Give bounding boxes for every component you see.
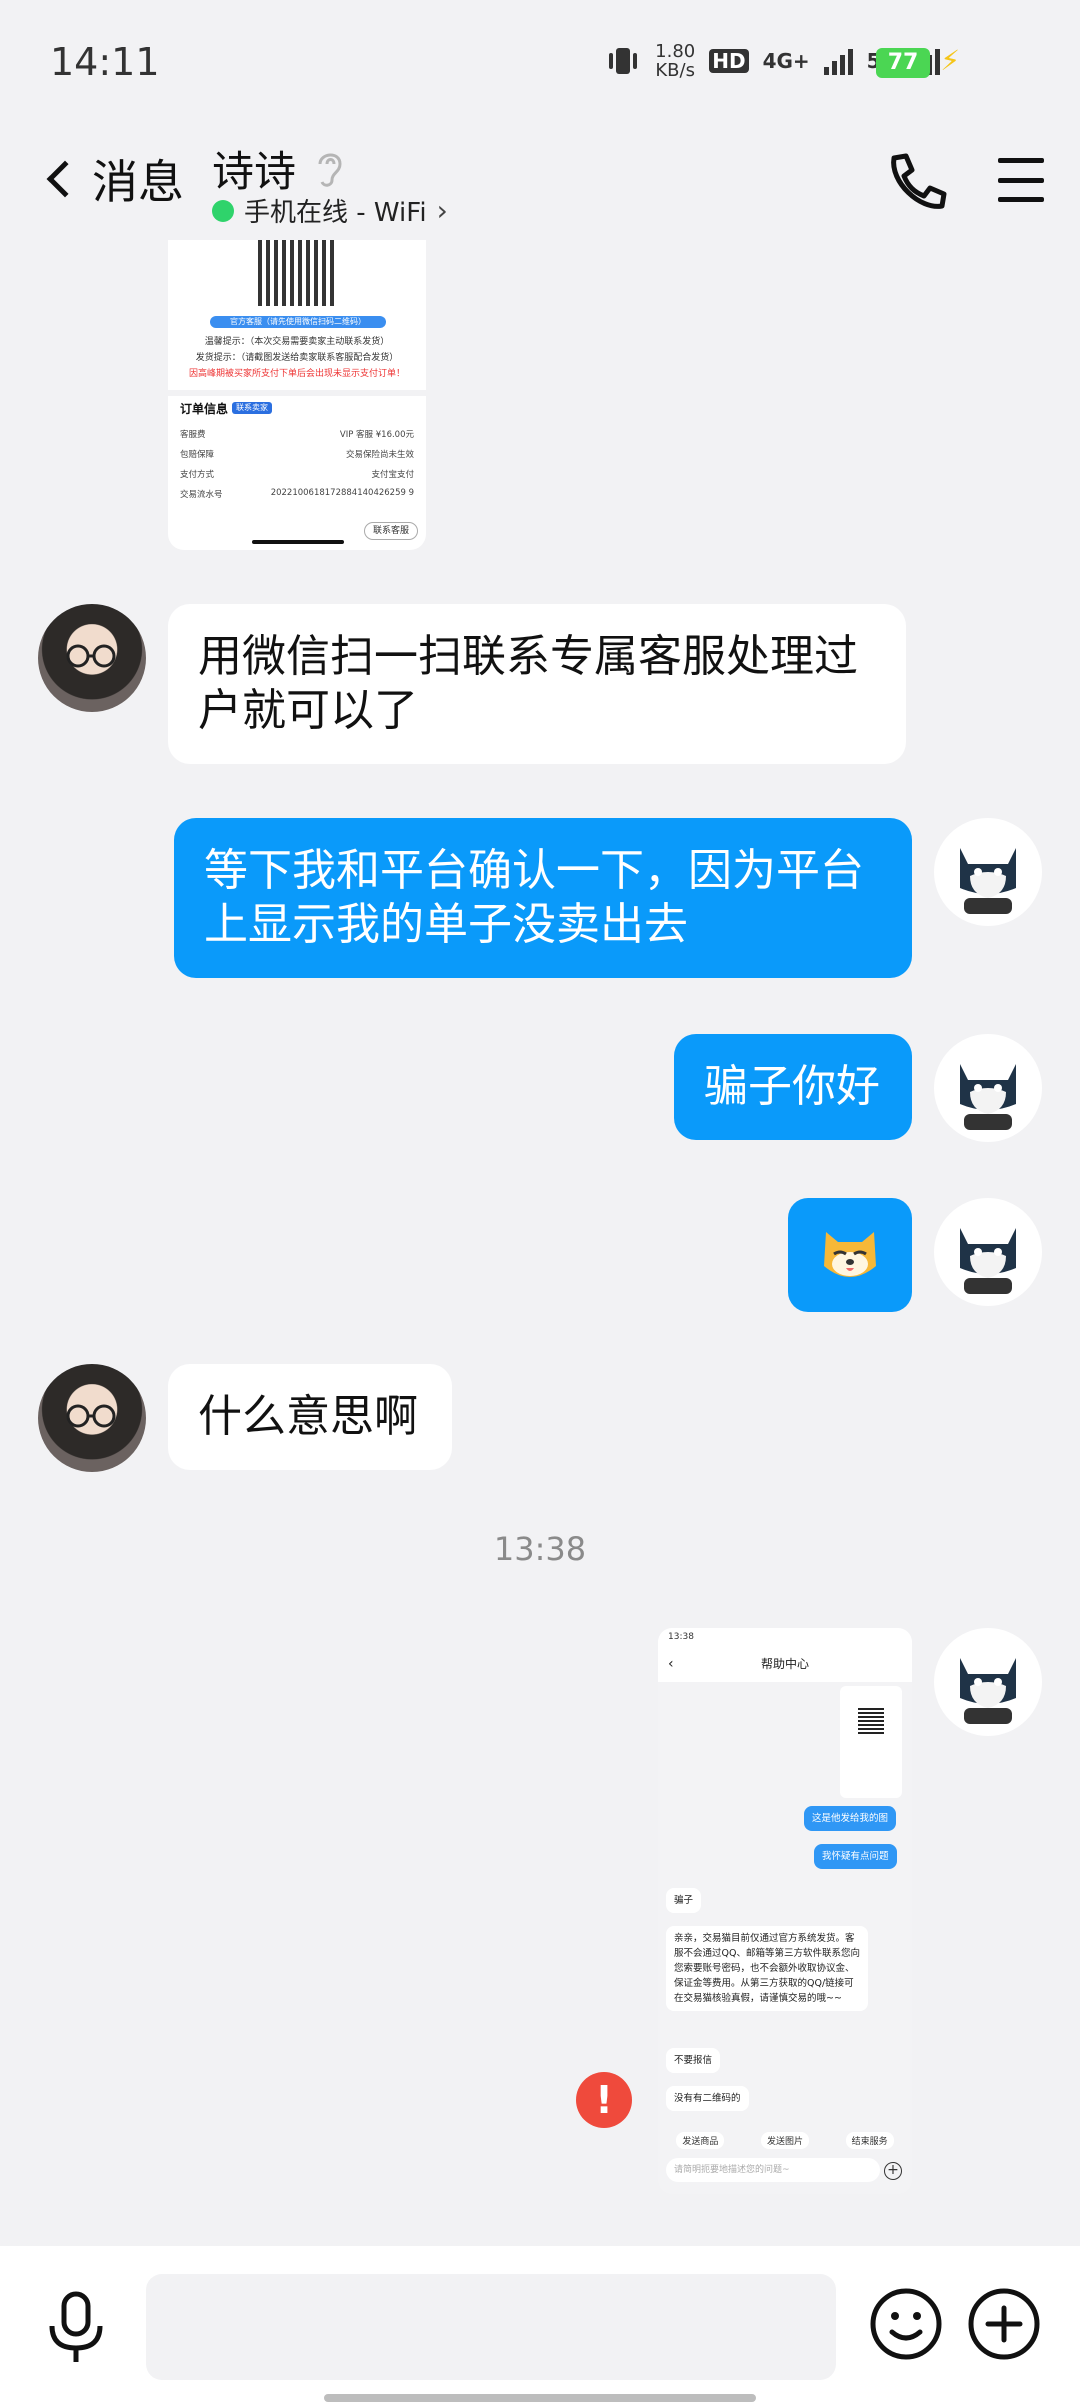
order-row: 交易流水号 2022100618172884140426259 9 — [180, 488, 414, 500]
order-tag: 联系卖家 — [232, 402, 272, 414]
hd-icon: HD — [709, 49, 749, 73]
order-info-title: 订单信息 — [180, 402, 229, 416]
signal-icon — [823, 47, 853, 75]
contact-avatar[interactable] — [38, 604, 146, 712]
mini-message: 没有有二维码的 — [666, 2086, 749, 2111]
my-avatar[interactable] — [934, 818, 1042, 926]
ear-icon — [318, 153, 342, 187]
order-row: 包赔保障 交易保险尚未生效 — [180, 450, 414, 460]
chevron-left-icon: ‹ — [668, 1656, 674, 1672]
mini-message: 我怀疑有点问题 — [814, 1844, 897, 1869]
message-input[interactable] — [146, 2274, 836, 2380]
status-time: 14:11 — [50, 40, 160, 84]
contact-service-button: 联系客服 — [364, 522, 418, 540]
battery-icon: 77 — [876, 48, 930, 78]
image-tip-2: 发货提示：（请截图发送给卖家联系客服配合发货） — [195, 353, 399, 363]
mini-actions: 发送商品 发送图片 结束服务 — [658, 2132, 912, 2149]
image-pill: 官方客服（请先使用微信扫码二维码） — [210, 316, 386, 328]
message-bubble[interactable]: 什么意思啊 — [168, 1364, 452, 1470]
mini-message: 这是他发给我的图 — [804, 1806, 897, 1831]
mini-nav-bar: ‹ 帮助中心 — [658, 1646, 912, 1682]
input-bar — [0, 2246, 1080, 2408]
phone-call-icon[interactable] — [880, 148, 950, 218]
online-dot — [212, 199, 234, 222]
sticker-bubble[interactable] — [788, 1198, 912, 1312]
mini-message: 亲亲，交易猫目前仅通过官方系统发货。客服不会通过QQ、邮箱等第三方软件联系您向您… — [666, 1926, 868, 2011]
charging-icon: ⚡ — [940, 44, 960, 77]
my-avatar[interactable] — [934, 1198, 1042, 1306]
my-avatar[interactable] — [934, 1034, 1042, 1142]
back-button[interactable]: 消息 — [40, 146, 184, 212]
mini-image — [840, 1686, 902, 1798]
image-warning: 因高峰期被买家所支付下单后会出现未显示支付订单！ — [188, 369, 405, 379]
image-tip-1: 温馨提示：（本次交易需要卖家主动联系发货） — [204, 337, 390, 347]
contact-name-label: 诗诗 — [212, 147, 297, 196]
menu-icon[interactable] — [998, 158, 1044, 202]
network-4g-label: 4G+ — [762, 49, 810, 73]
mini-plus-icon: + — [884, 2162, 902, 2180]
send-failed-icon[interactable]: ! — [576, 2072, 632, 2128]
contact-name[interactable]: 诗诗 — [212, 138, 346, 199]
vibrate-icon — [609, 48, 638, 74]
plus-icon[interactable] — [966, 2286, 1042, 2362]
order-row: 支付方式 支付宝支付 — [180, 470, 414, 480]
help-center-title: 帮助中心 — [760, 1657, 809, 1671]
order-screenshot-image[interactable]: 官方客服（请先使用微信扫码二维码） 温馨提示：（本次交易需要卖家主动联系发货） … — [168, 240, 426, 550]
mini-message: 骗子 — [666, 1888, 702, 1913]
mini-status-bar: 13:38 — [658, 1628, 912, 1646]
status-bar: 14:11 1.80 KB/s HD 4G+ 5G 77 ⚡ — [0, 0, 1080, 130]
back-label: 消息 — [92, 155, 184, 209]
my-avatar[interactable] — [934, 1628, 1042, 1736]
message-timestamp: 13:38 — [493, 1530, 587, 1568]
emoji-icon[interactable] — [868, 2286, 944, 2362]
chevron-right-icon: › — [436, 194, 448, 227]
help-center-screenshot-image[interactable]: 13:38 ‹ 帮助中心 这是他发给我的图 我怀疑有点问题 骗子 亲亲，交易猫目… — [658, 1628, 912, 2194]
chat-area[interactable]: 官方客服（请先使用微信扫码二维码） 温馨提示：（本次交易需要卖家主动联系发货） … — [0, 240, 1080, 2240]
presence-status[interactable]: 手机在线 - WiFi › — [212, 192, 448, 229]
message-bubble[interactable]: 用微信扫一扫联系专属客服处理过户就可以了 — [168, 604, 906, 764]
message-bubble[interactable]: 骗子你好 — [674, 1034, 912, 1140]
chat-header: 消息 诗诗 手机在线 - WiFi › — [0, 130, 1080, 240]
message-bubble[interactable]: 等下我和平台确认一下，因为平台上显示我的单子没卖出去 — [174, 818, 912, 978]
chevron-left-icon — [46, 160, 84, 198]
mini-input: 请简明扼要地描述您的问题~ — [666, 2158, 880, 2182]
mini-message: 不要报信 — [666, 2048, 721, 2073]
qr-code — [258, 240, 338, 306]
presence-label: 手机在线 - WiFi — [244, 198, 427, 228]
net-speed: 1.80 KB/s — [655, 41, 696, 81]
order-row: 客服费 VIP 客服 ¥16.00元 — [180, 430, 414, 440]
contact-avatar[interactable] — [38, 1364, 146, 1472]
dog-sticker-icon — [824, 1232, 876, 1277]
home-indicator[interactable] — [324, 2394, 756, 2402]
microphone-icon[interactable] — [44, 2290, 108, 2366]
